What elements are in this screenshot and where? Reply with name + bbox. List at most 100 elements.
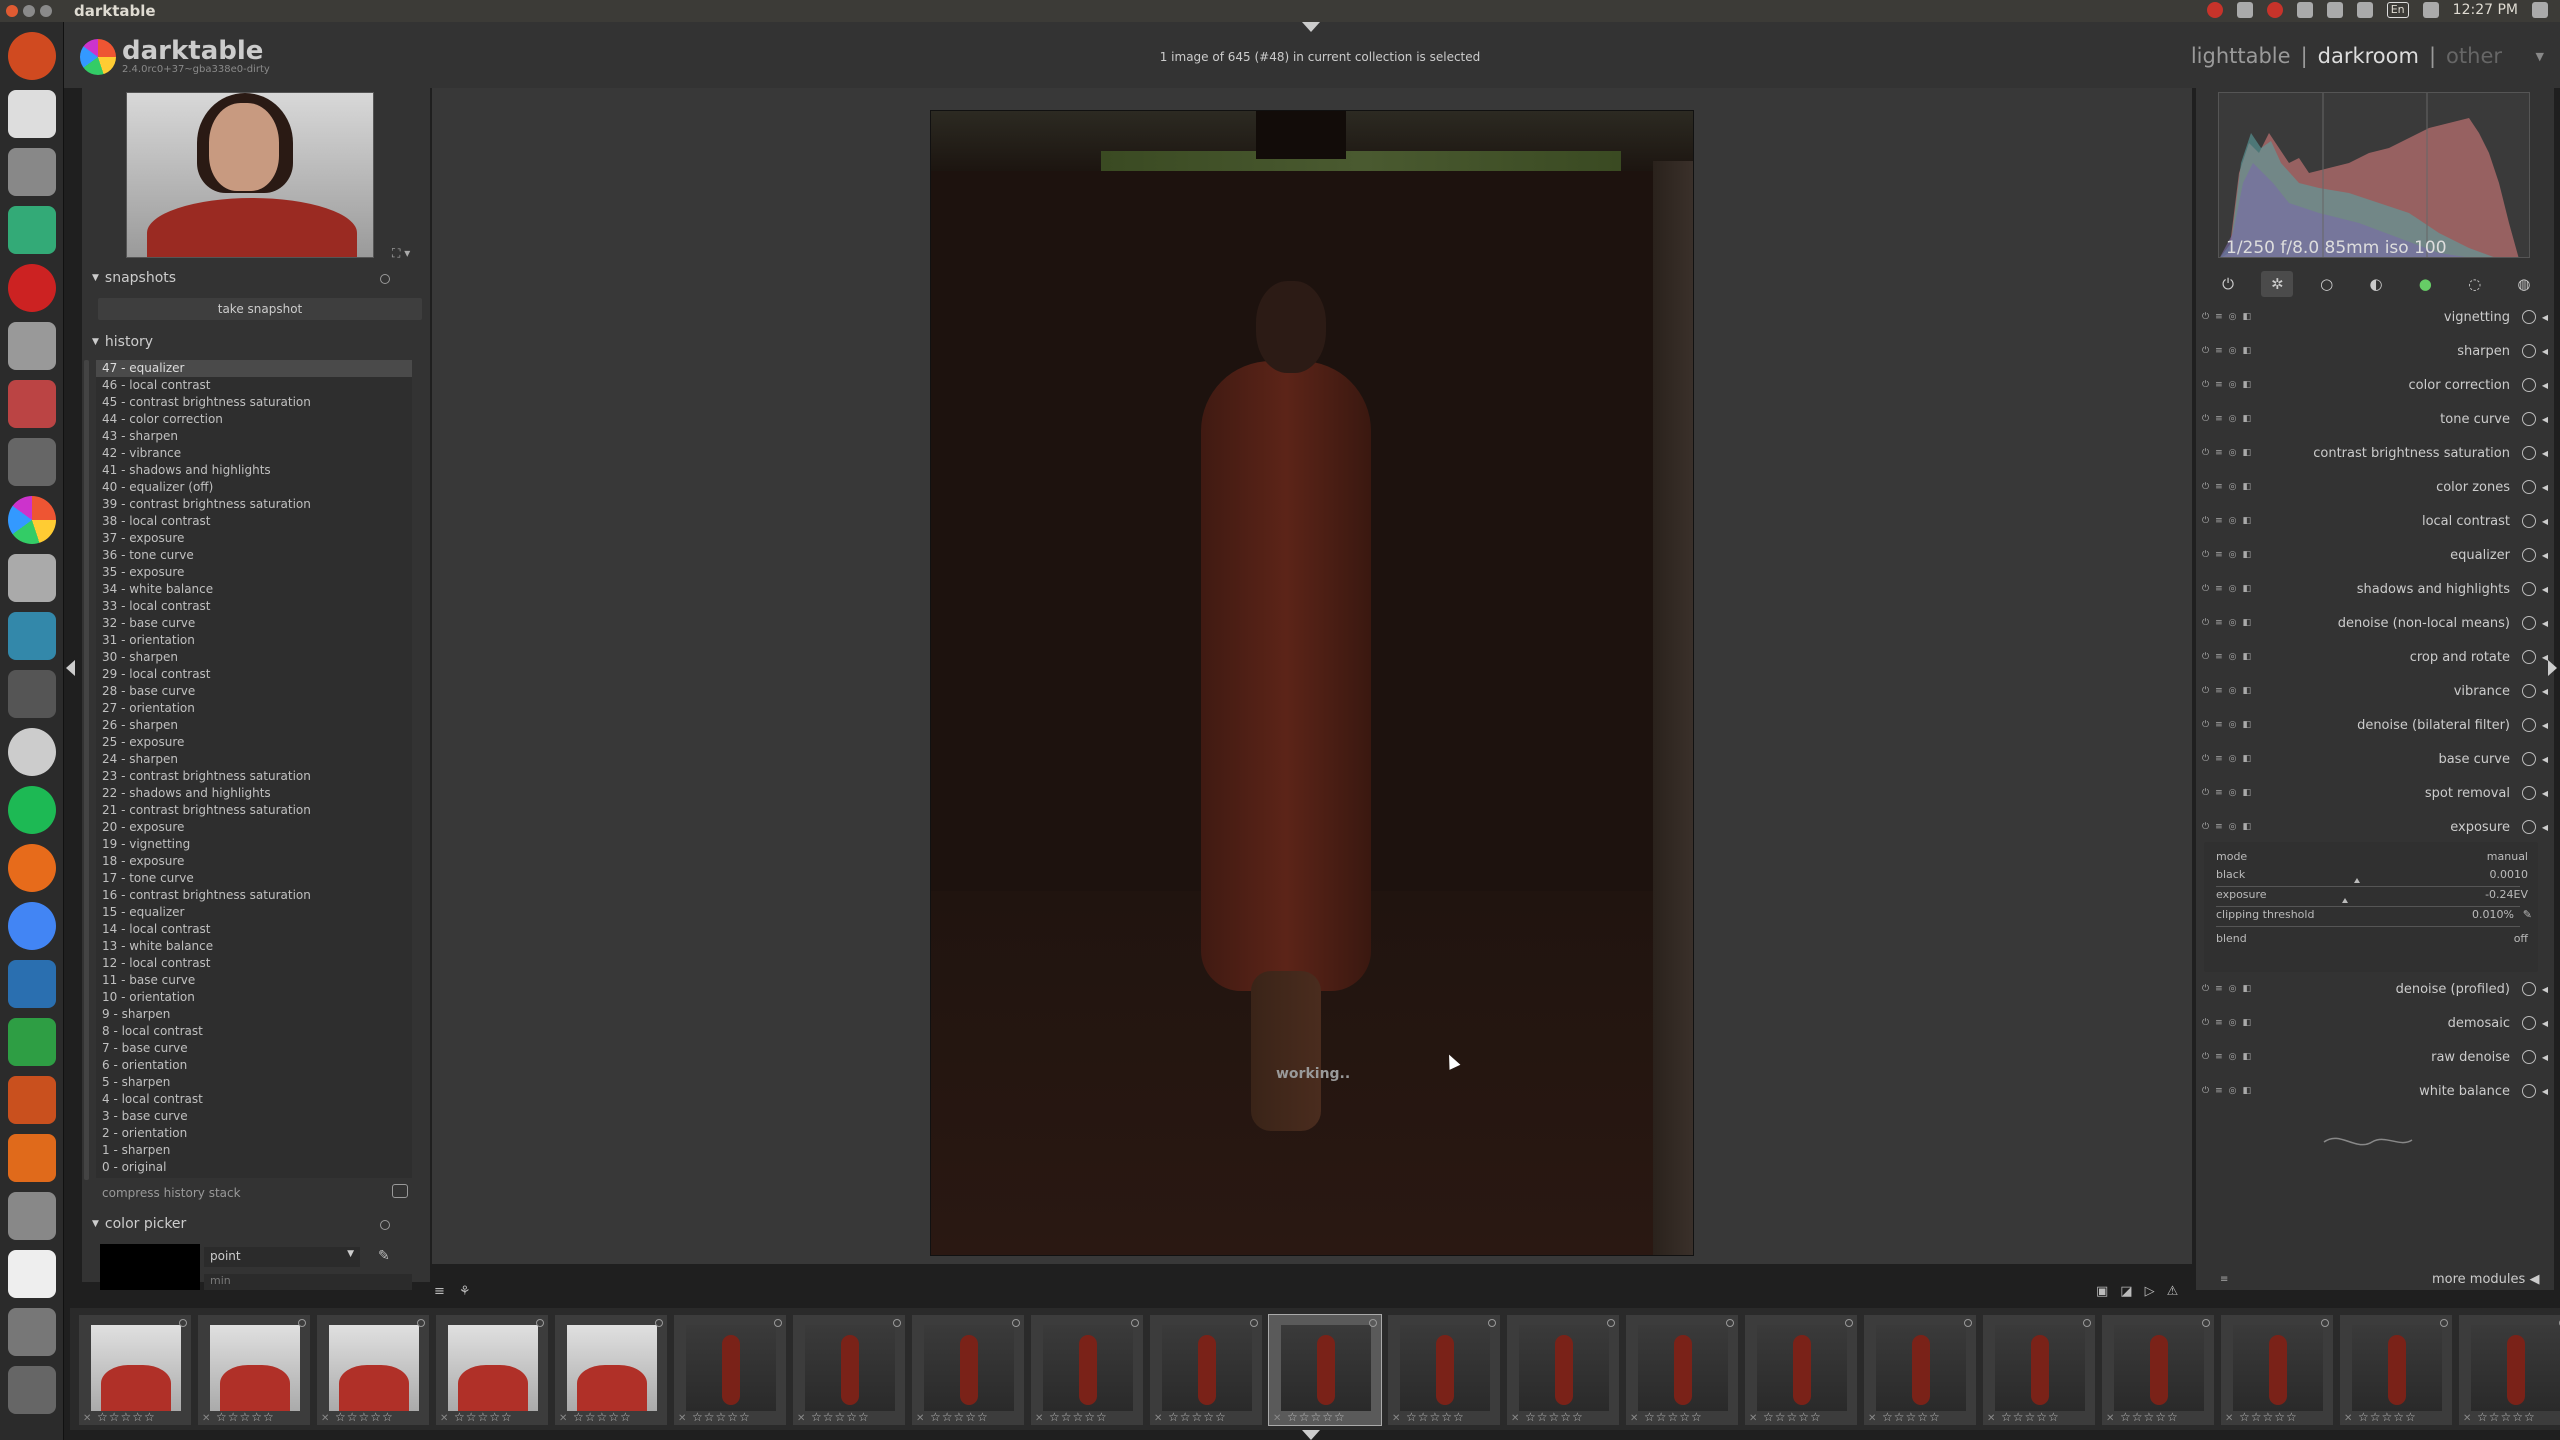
multi-instance-icon[interactable]: ≡ (2215, 482, 2223, 492)
power-icon[interactable]: ⏻ (2202, 312, 2209, 322)
power-icon[interactable]: ⏻ (2202, 346, 2209, 356)
star-rating-icon[interactable]: ☆☆☆☆☆ (811, 1410, 870, 1424)
gear-icon[interactable] (2532, 2, 2548, 18)
presets-icon[interactable]: ◧ (2243, 1052, 2252, 1062)
multi-instance-icon[interactable]: ≡ (2215, 754, 2223, 764)
presets-icon[interactable]: ◧ (2243, 584, 2252, 594)
keyboard-icon[interactable] (2326, 2, 2343, 18)
multi-instance-icon[interactable]: ≡ (2215, 1086, 2223, 1096)
expand-arrow-icon[interactable]: ◀ (2542, 1053, 2548, 1062)
gimp-icon[interactable] (8, 670, 56, 718)
module-controls[interactable]: ⏻ ≡ ◎ ◧ (2202, 550, 2251, 560)
history-item[interactable]: 40 - equalizer (off) (96, 479, 412, 496)
module-controls[interactable]: ⏻ ≡ ◎ ◧ (2202, 720, 2251, 730)
star-rating-icon[interactable]: ☆☆☆☆☆ (1525, 1410, 1584, 1424)
power-icon[interactable]: ⏻ (2202, 380, 2209, 390)
power-icon[interactable]: ⏻ (2202, 652, 2209, 662)
star-rating-icon[interactable]: ☆☆☆☆☆ (216, 1410, 275, 1424)
filmstrip-thumbnail[interactable]: ✕ ☆☆☆☆☆ (1387, 1314, 1501, 1426)
star-rating-icon[interactable]: ☆☆☆☆☆ (2358, 1410, 2417, 1424)
reject-icon[interactable]: ✕ (559, 1413, 567, 1424)
module-local-contrast[interactable]: ⏻ ≡ ◎ ◧ local contrast ◀ (2202, 506, 2548, 536)
module-controls[interactable]: ⏻ ≡ ◎ ◧ (2202, 482, 2251, 492)
expand-arrow-icon[interactable]: ◀ (2542, 347, 2548, 356)
multi-instance-icon[interactable]: ≡ (2215, 584, 2223, 594)
power-icon[interactable]: ⏻ (2202, 754, 2209, 764)
power-icon[interactable]: ⏻ (2202, 618, 2209, 628)
view-other[interactable]: other (2446, 44, 2502, 68)
module-vignetting[interactable]: ⏻ ≡ ◎ ◧ vignetting ◀ (2202, 302, 2548, 332)
reject-icon[interactable]: ✕ (1273, 1413, 1281, 1424)
history-item[interactable]: 8 - local contrast (96, 1023, 412, 1040)
history-item[interactable]: 39 - contrast brightness saturation (96, 496, 412, 513)
history-item[interactable]: 45 - contrast brightness saturation (96, 394, 412, 411)
module-controls[interactable]: ⏻ ≡ ◎ ◧ (2202, 1052, 2251, 1062)
maximize-icon[interactable] (40, 5, 52, 17)
wifi-icon[interactable] (2356, 2, 2373, 18)
clipping-slider-track[interactable] (2216, 926, 2520, 927)
presets-icon[interactable]: ◧ (2243, 346, 2252, 356)
history-item[interactable]: 18 - exposure (96, 853, 412, 870)
module-controls[interactable]: ⏻ ≡ ◎ ◧ (2202, 414, 2251, 424)
module-controls[interactable]: ⏻ ≡ ◎ ◧ (2202, 618, 2251, 628)
photo-viewer-icon[interactable] (8, 554, 56, 602)
presets-icon[interactable]: ◧ (2243, 652, 2252, 662)
reject-icon[interactable]: ✕ (2106, 1413, 2114, 1424)
filmstrip-thumbnail[interactable]: ✕ ☆☆☆☆☆ (1982, 1314, 2096, 1426)
history-item[interactable]: 32 - base curve (96, 615, 412, 632)
presets-icon[interactable]: ◧ (2243, 516, 2252, 526)
filmstrip-thumbnail[interactable]: ✕ ☆☆☆☆☆ (1625, 1314, 1739, 1426)
history-item[interactable]: 5 - sharpen (96, 1074, 412, 1091)
reject-icon[interactable]: ✕ (1035, 1413, 1043, 1424)
expand-arrow-icon[interactable]: ◀ (2542, 313, 2548, 322)
history-item[interactable]: 17 - tone curve (96, 870, 412, 887)
styles-icon[interactable]: ⚘ (459, 1284, 471, 1299)
reject-icon[interactable]: ✕ (1511, 1413, 1519, 1424)
star-rating-icon[interactable]: ☆☆☆☆☆ (335, 1410, 394, 1424)
star-rating-icon[interactable]: ☆☆☆☆☆ (1049, 1410, 1108, 1424)
exposure-slider[interactable]: exposure -0.24EV (2216, 888, 2532, 901)
multi-instance-icon[interactable]: ≡ (2215, 550, 2223, 560)
module-denoise-profiled-[interactable]: ⏻ ≡ ◎ ◧ denoise (profiled) ◀ (2202, 974, 2548, 1004)
history-item[interactable]: 34 - white balance (96, 581, 412, 598)
histogram[interactable] (2218, 92, 2530, 258)
reset-icon[interactable]: ◎ (2229, 448, 2237, 458)
module-controls[interactable]: ⏻ ≡ ◎ ◧ (2202, 686, 2251, 696)
reject-icon[interactable]: ✕ (1392, 1413, 1400, 1424)
slider-marker-icon[interactable] (2342, 898, 2348, 903)
spotify-icon[interactable] (8, 786, 56, 834)
history-item[interactable]: 30 - sharpen (96, 649, 412, 666)
module-color-zones[interactable]: ⏻ ≡ ◎ ◧ color zones ◀ (2202, 472, 2548, 502)
history-item[interactable]: 35 - exposure (96, 564, 412, 581)
menu-icon[interactable]: ≡ (434, 1284, 445, 1299)
expand-arrow-icon[interactable]: ◀ (2542, 823, 2548, 832)
reject-icon[interactable]: ✕ (321, 1413, 329, 1424)
reset-icon[interactable]: ◎ (2229, 550, 2237, 560)
reject-icon[interactable]: ✕ (797, 1413, 805, 1424)
star-rating-icon[interactable]: ☆☆☆☆☆ (2477, 1410, 2536, 1424)
reject-icon[interactable]: ✕ (2463, 1413, 2471, 1424)
expand-arrow-icon[interactable]: ◀ (2542, 985, 2548, 994)
text-editor-icon[interactable] (8, 90, 56, 138)
picker-statistic-select[interactable]: min (204, 1274, 412, 1290)
history-item[interactable]: 43 - sharpen (96, 428, 412, 445)
filmstrip-thumbnail[interactable]: ✕ ☆☆☆☆☆ (2339, 1314, 2453, 1426)
module-demosaic[interactable]: ⏻ ≡ ◎ ◧ demosaic ◀ (2202, 1008, 2548, 1038)
archive-icon[interactable] (8, 380, 56, 428)
history-item[interactable]: 36 - tone curve (96, 547, 412, 564)
expand-arrow-icon[interactable]: ◀ (2542, 483, 2548, 492)
preset-icon[interactable] (380, 274, 390, 284)
presets-icon[interactable]: ◧ (2243, 788, 2252, 798)
reset-icon[interactable]: ◎ (2229, 720, 2237, 730)
reject-icon[interactable]: ✕ (202, 1413, 210, 1424)
presets-icon[interactable]: ◧ (2243, 1018, 2252, 1028)
reject-icon[interactable]: ✕ (1749, 1413, 1757, 1424)
star-rating-icon[interactable]: ☆☆☆☆☆ (1763, 1410, 1822, 1424)
volume-icon[interactable] (2422, 2, 2439, 18)
expand-arrow-icon[interactable]: ◀ (2542, 381, 2548, 390)
reset-icon[interactable]: ◎ (2229, 584, 2237, 594)
window-controls[interactable] (6, 5, 52, 17)
reset-icon[interactable]: ◎ (2229, 380, 2237, 390)
preset-icon[interactable] (380, 1220, 390, 1230)
writer-icon[interactable] (8, 960, 56, 1008)
